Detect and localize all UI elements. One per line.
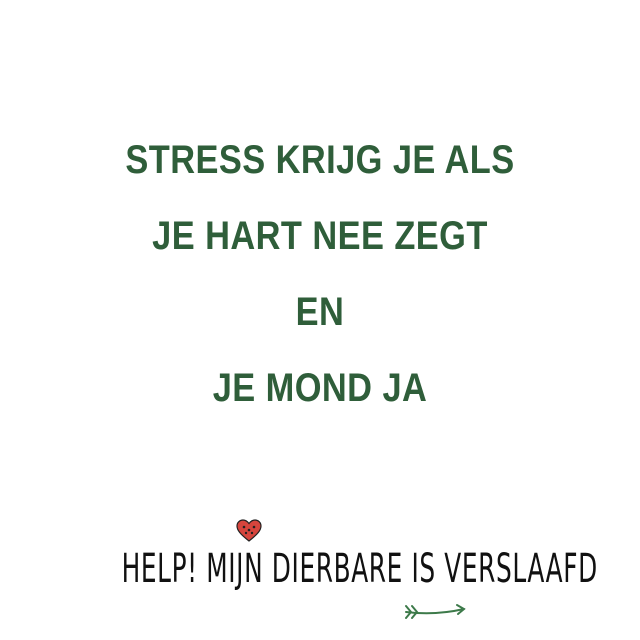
quote-line-1: STRESS KRIJG JE ALS (125, 138, 515, 182)
quote-block: STRESS KRIJG JE ALS JE HART NEE ZEGT EN … (0, 140, 640, 444)
heart-icon (236, 519, 262, 542)
quote-line-3: EN (295, 290, 345, 334)
brand-text: HELP! MIJN DIERBARE IS VERSLAAFD (121, 546, 598, 592)
quote-card: STRESS KRIJG JE ALS JE HART NEE ZEGT EN … (0, 0, 640, 640)
brand-logo: HELP! MIJN DIERBARE IS VERSLAAFD (0, 519, 640, 619)
arrow-icon (405, 604, 466, 619)
quote-line-4: JE MOND JA (212, 366, 428, 410)
quote-line-2: JE HART NEE ZEGT (152, 214, 488, 258)
